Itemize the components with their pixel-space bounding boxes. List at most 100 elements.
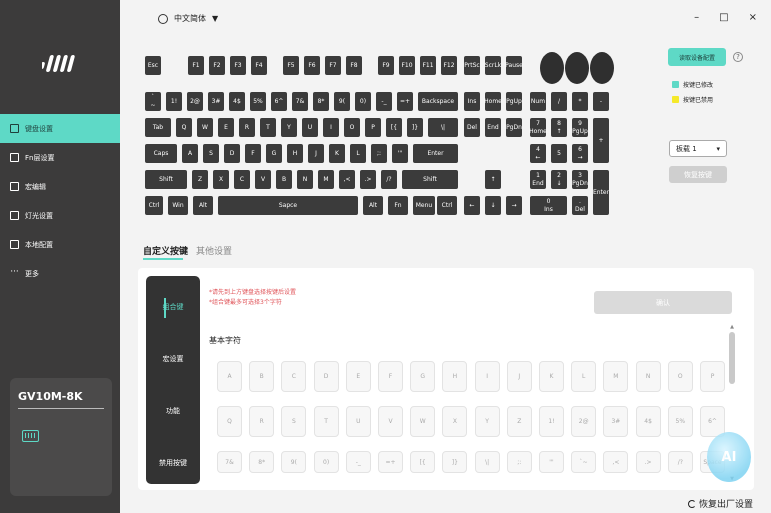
key[interactable]: F5 bbox=[283, 56, 299, 75]
char-key[interactable]: I bbox=[474, 361, 500, 392]
char-key[interactable]: 7& bbox=[217, 451, 242, 473]
char-key[interactable]: 3# bbox=[603, 406, 629, 437]
key[interactable]: N bbox=[297, 170, 313, 189]
key[interactable]: G bbox=[266, 144, 282, 163]
key[interactable]: J bbox=[308, 144, 324, 163]
char-key[interactable]: B bbox=[249, 361, 275, 392]
knob-3[interactable] bbox=[590, 52, 614, 84]
key[interactable]: Sapce bbox=[218, 196, 358, 215]
key[interactable]: 4$ bbox=[229, 92, 245, 111]
knob-2[interactable] bbox=[565, 52, 589, 84]
key[interactable]: → bbox=[506, 196, 522, 215]
key[interactable]: S bbox=[203, 144, 219, 163]
key[interactable]: ↓ bbox=[485, 196, 501, 215]
key[interactable]: 5% bbox=[250, 92, 266, 111]
maximize-button[interactable]: □ bbox=[719, 12, 728, 23]
key[interactable]: Ctrl bbox=[145, 196, 163, 215]
char-key[interactable]: \| bbox=[474, 451, 500, 473]
key[interactable]: L bbox=[350, 144, 366, 163]
char-key[interactable]: P bbox=[700, 361, 725, 392]
char-key[interactable]: A bbox=[217, 361, 242, 392]
key[interactable]: 9( bbox=[334, 92, 350, 111]
knob-1[interactable] bbox=[540, 52, 564, 84]
char-key[interactable]: D bbox=[313, 361, 339, 392]
key[interactable]: 8 ↑ bbox=[551, 118, 567, 137]
key[interactable]: [{ bbox=[386, 118, 402, 137]
key[interactable]: U bbox=[302, 118, 318, 137]
key[interactable]: F12 bbox=[441, 56, 457, 75]
key[interactable]: ` ~ bbox=[145, 92, 161, 111]
key[interactable]: Ctrl bbox=[437, 196, 457, 215]
char-key[interactable]: [{ bbox=[410, 451, 436, 473]
key[interactable]: PrtSc bbox=[464, 56, 480, 75]
scroll-thumb[interactable] bbox=[729, 332, 735, 384]
key[interactable]: Esc bbox=[145, 56, 161, 75]
char-key[interactable]: N bbox=[635, 361, 661, 392]
key[interactable]: \| bbox=[428, 118, 458, 137]
sidebar-item-macro[interactable]: 宏编辑 bbox=[0, 172, 120, 201]
char-key[interactable]: T bbox=[313, 406, 339, 437]
char-key[interactable]: M bbox=[603, 361, 629, 392]
key[interactable]: W bbox=[197, 118, 213, 137]
key[interactable]: Alt bbox=[363, 196, 383, 215]
key[interactable]: F2 bbox=[209, 56, 225, 75]
char-key[interactable]: W bbox=[410, 406, 436, 437]
key[interactable]: Del bbox=[464, 118, 480, 137]
scroll-up-icon[interactable]: ▲ bbox=[729, 324, 735, 330]
char-key[interactable]: R bbox=[249, 406, 275, 437]
char-key[interactable]: ]} bbox=[442, 451, 468, 473]
char-key[interactable]: 9( bbox=[281, 451, 307, 473]
key[interactable]: .> bbox=[360, 170, 376, 189]
help-icon[interactable]: ? bbox=[733, 52, 743, 62]
key[interactable]: / bbox=[551, 92, 567, 111]
char-key[interactable]: 0) bbox=[313, 451, 339, 473]
tab-other-settings[interactable]: 其他设置 bbox=[196, 244, 232, 257]
key[interactable]: - bbox=[593, 92, 609, 111]
key[interactable]: 1 End bbox=[530, 170, 546, 189]
char-key[interactable]: U bbox=[345, 406, 371, 437]
key[interactable]: F bbox=[245, 144, 261, 163]
close-button[interactable]: × bbox=[749, 12, 757, 23]
key[interactable]: Z bbox=[192, 170, 208, 189]
key[interactable]: ,< bbox=[339, 170, 355, 189]
char-key[interactable]: 4$ bbox=[635, 406, 661, 437]
key[interactable]: E bbox=[218, 118, 234, 137]
key[interactable]: + bbox=[593, 118, 609, 163]
key[interactable]: 8* bbox=[313, 92, 329, 111]
key[interactable]: Enter bbox=[593, 170, 609, 215]
key[interactable]: Tab bbox=[145, 118, 171, 137]
char-key[interactable]: E bbox=[345, 361, 371, 392]
key[interactable]: PgUp bbox=[506, 92, 522, 111]
key[interactable]: 7& bbox=[292, 92, 308, 111]
key[interactable]: 2@ bbox=[187, 92, 203, 111]
char-key[interactable]: /? bbox=[667, 451, 693, 473]
key[interactable]: 3 PgDn bbox=[572, 170, 588, 189]
char-key[interactable]: Q bbox=[217, 406, 242, 437]
key[interactable]: F3 bbox=[230, 56, 246, 75]
key[interactable]: Shift bbox=[402, 170, 458, 189]
minimize-button[interactable]: – bbox=[694, 12, 699, 23]
key[interactable]: PgDn bbox=[506, 118, 522, 137]
key[interactable]: F10 bbox=[399, 56, 415, 75]
key[interactable]: 0 Ins bbox=[530, 196, 567, 215]
device-card[interactable]: GV10M-8K bbox=[10, 378, 112, 496]
char-key[interactable]: H bbox=[442, 361, 468, 392]
key[interactable]: 6^ bbox=[271, 92, 287, 111]
key[interactable]: A bbox=[182, 144, 198, 163]
key[interactable]: Backspace bbox=[418, 92, 458, 111]
key[interactable]: M bbox=[318, 170, 334, 189]
key[interactable]: Caps bbox=[145, 144, 177, 163]
char-key[interactable]: L bbox=[571, 361, 597, 392]
key[interactable]: X bbox=[213, 170, 229, 189]
key[interactable]: 7 Home bbox=[529, 118, 547, 137]
key[interactable]: Y bbox=[281, 118, 297, 137]
char-key[interactable]: X bbox=[442, 406, 468, 437]
char-key[interactable]: ,< bbox=[603, 451, 629, 473]
char-key[interactable]: .> bbox=[635, 451, 661, 473]
key[interactable]: '" bbox=[392, 144, 408, 163]
key[interactable]: Alt bbox=[193, 196, 213, 215]
key[interactable]: I bbox=[323, 118, 339, 137]
key[interactable]: F8 bbox=[346, 56, 362, 75]
key[interactable]: ↑ bbox=[485, 170, 501, 189]
key[interactable]: C bbox=[234, 170, 250, 189]
